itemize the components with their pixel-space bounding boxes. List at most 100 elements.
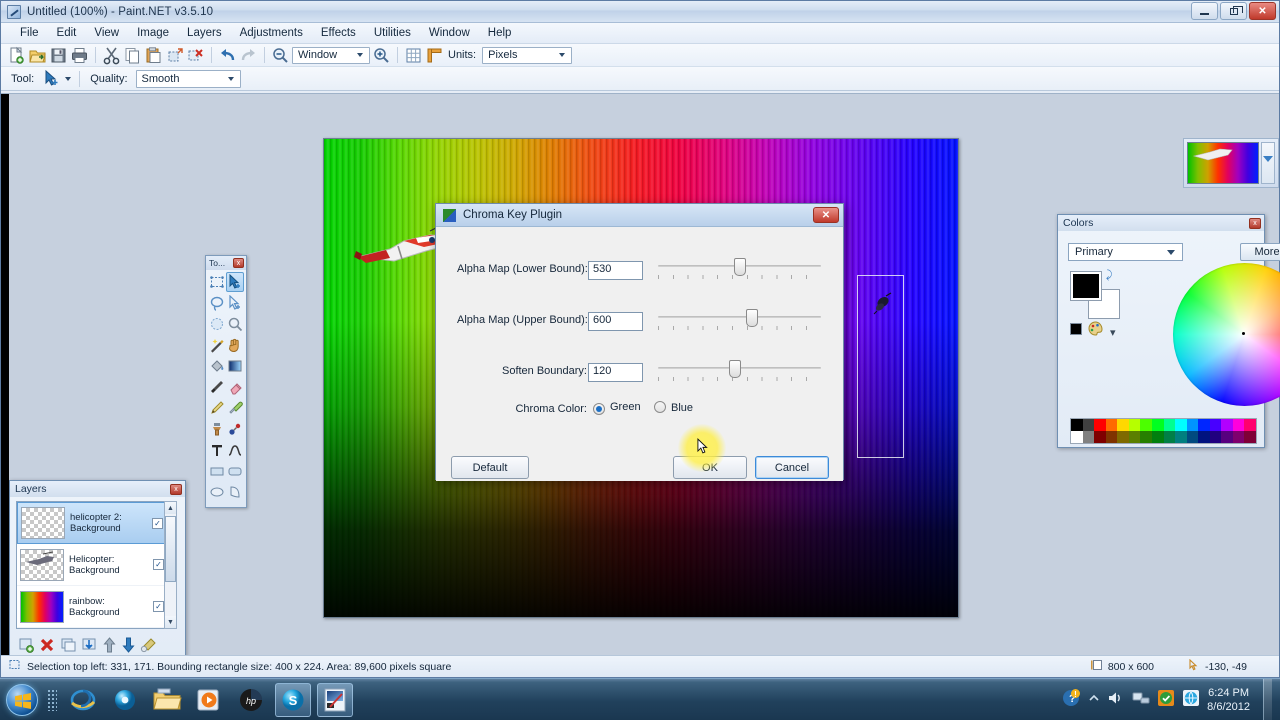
palette-swatch[interactable]: [1128, 419, 1141, 431]
menu-effects[interactable]: Effects: [312, 25, 365, 41]
internet-explorer-icon[interactable]: [65, 683, 101, 717]
soften-boundary-slider[interactable]: [658, 359, 821, 387]
menu-layers[interactable]: Layers: [178, 25, 231, 41]
alpha-upper-slider[interactable]: [658, 308, 821, 336]
tool-pan-hand[interactable]: [226, 335, 244, 355]
tool-color-picker[interactable]: [226, 398, 244, 418]
palette-swatch[interactable]: [1094, 419, 1106, 431]
browser-icon[interactable]: [1182, 689, 1200, 710]
layer-visibility-checkbox[interactable]: ✓: [152, 517, 163, 529]
palette-swatch[interactable]: [1071, 419, 1083, 431]
units-select[interactable]: Pixels: [482, 46, 573, 64]
palette-swatch[interactable]: [1163, 431, 1176, 443]
zoom-level-select[interactable]: Window: [292, 46, 370, 64]
image-thumbnail-untitled[interactable]: [1187, 142, 1259, 184]
merge-layer-down-icon[interactable]: [81, 637, 98, 656]
tool-paint-bucket[interactable]: [208, 356, 225, 376]
chroma-green-radio-group[interactable]: Green: [593, 401, 641, 415]
tool-move-selected[interactable]: [226, 272, 244, 292]
tool-line-curve[interactable]: [226, 440, 244, 460]
tool-gradient[interactable]: [226, 356, 244, 376]
palette-swatch[interactable]: [1128, 431, 1141, 443]
tool-magic-wand[interactable]: [208, 335, 225, 355]
tool-zoom[interactable]: [226, 314, 244, 334]
open-icon[interactable]: [28, 46, 47, 65]
cancel-button[interactable]: Cancel: [755, 456, 829, 479]
palette-swatch[interactable]: [1151, 419, 1164, 431]
tool-paintbrush[interactable]: [208, 377, 225, 397]
layer-visibility-checkbox-2[interactable]: ✓: [153, 559, 164, 570]
tool-ellipse-select[interactable]: [208, 314, 225, 334]
quality-select[interactable]: Smooth: [135, 69, 241, 88]
palette-swatch[interactable]: [1117, 431, 1129, 443]
dialog-close-button[interactable]: ✕: [813, 207, 839, 223]
palette-dropdown-icon[interactable]: ▾: [1110, 326, 1116, 339]
palette-strip[interactable]: [1070, 418, 1257, 444]
alpha-upper-input[interactable]: 600: [588, 312, 643, 331]
move-selection-icon[interactable]: [42, 69, 61, 88]
windows-media-player-icon[interactable]: [191, 683, 227, 717]
show-hidden-icons-icon[interactable]: [1088, 693, 1100, 706]
action-center-icon[interactable]: ?!: [1061, 688, 1081, 711]
palette-swatch[interactable]: [1105, 431, 1118, 443]
slider-thumb-2[interactable]: [745, 309, 758, 327]
palette-swatch[interactable]: [1105, 419, 1118, 431]
cut-icon[interactable]: [102, 46, 121, 65]
menu-view[interactable]: View: [85, 25, 128, 41]
windows-explorer-icon[interactable]: [149, 683, 185, 717]
soften-boundary-input[interactable]: 120: [588, 363, 643, 382]
tool-move-selection[interactable]: [226, 293, 244, 313]
menu-help[interactable]: Help: [479, 25, 521, 41]
delete-layer-icon[interactable]: [39, 637, 56, 656]
add-layer-icon[interactable]: [18, 637, 35, 656]
chroma-blue-radio[interactable]: [654, 401, 666, 413]
crop-to-selection-icon[interactable]: [165, 46, 184, 65]
tool-lasso-select[interactable]: [208, 293, 225, 313]
rulers-icon[interactable]: [425, 46, 444, 65]
windows-start-orb[interactable]: [6, 683, 38, 716]
palette-swatch[interactable]: [1209, 419, 1222, 431]
slider-thumb-3[interactable]: [728, 360, 741, 378]
tool-recolor[interactable]: [226, 419, 244, 439]
tool-ellipse-shape[interactable]: [208, 482, 225, 502]
palette-swatch[interactable]: [1117, 419, 1129, 431]
add-color-icon[interactable]: [1070, 323, 1082, 335]
minimize-button[interactable]: [1191, 2, 1218, 20]
chroma-blue-radio-group[interactable]: Blue: [654, 401, 693, 414]
tool-dropdown-arrow-icon[interactable]: [65, 76, 72, 81]
default-button[interactable]: Default: [451, 456, 529, 479]
security-icon[interactable]: [1157, 689, 1175, 710]
menu-file[interactable]: File: [11, 25, 48, 41]
tool-text[interactable]: [208, 440, 225, 460]
tool-rounded-rectangle[interactable]: [226, 461, 244, 481]
chroma-green-radio[interactable]: [593, 403, 605, 415]
slider-thumb[interactable]: [733, 258, 746, 276]
redo-icon[interactable]: [239, 46, 258, 65]
primary-color-swatch[interactable]: [1070, 271, 1102, 301]
close-button[interactable]: ✕: [1249, 2, 1276, 20]
move-layer-up-icon[interactable]: [102, 637, 117, 656]
layer-row-helicopter2[interactable]: helicopter 2: Background ✓: [17, 502, 167, 544]
thumbnail-scroll-arrow-icon[interactable]: [1263, 156, 1273, 162]
palette-swatch[interactable]: [1082, 419, 1095, 431]
palette-swatch[interactable]: [1175, 431, 1187, 443]
swap-colors-icon[interactable]: ⤹: [1106, 269, 1113, 282]
show-desktop-button[interactable]: [1263, 678, 1272, 720]
tool-rectangle-shape[interactable]: [208, 461, 225, 481]
undo-icon[interactable]: [218, 46, 237, 65]
network-icon[interactable]: [1132, 690, 1150, 709]
tool-rectangle-select[interactable]: [208, 272, 225, 292]
print-icon[interactable]: [70, 46, 89, 65]
palette-swatch[interactable]: [1232, 431, 1245, 443]
palette-swatch[interactable]: [1198, 431, 1210, 443]
clock[interactable]: 6:24 PM 8/6/2012: [1207, 686, 1250, 714]
palette-swatch[interactable]: [1094, 431, 1106, 443]
alpha-lower-input[interactable]: 530: [588, 261, 643, 280]
duplicate-layer-icon[interactable]: [60, 637, 77, 656]
menu-image[interactable]: Image: [128, 25, 178, 41]
palette-swatch[interactable]: [1082, 431, 1095, 443]
palette-swatch[interactable]: [1163, 419, 1176, 431]
palette-swatch[interactable]: [1140, 431, 1152, 443]
move-layer-down-icon[interactable]: [121, 637, 136, 656]
colors-window-close-icon[interactable]: x: [1249, 217, 1261, 229]
